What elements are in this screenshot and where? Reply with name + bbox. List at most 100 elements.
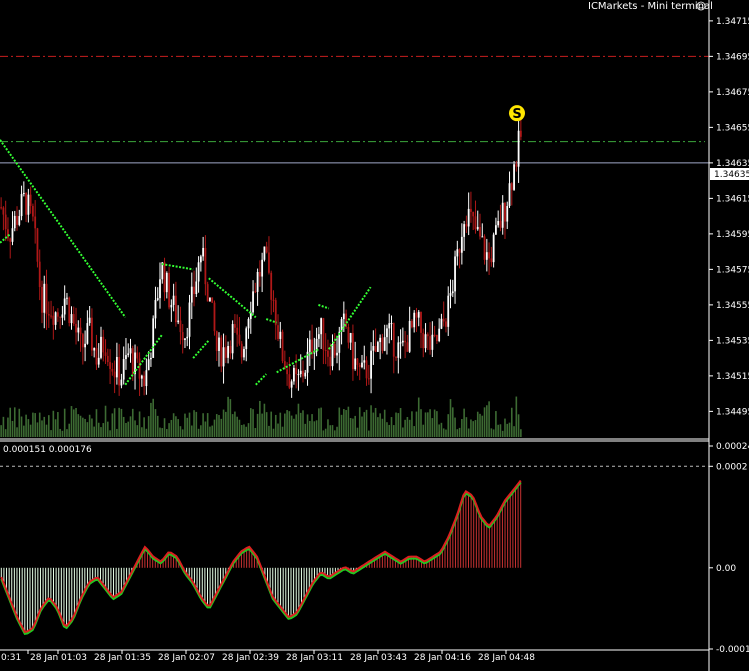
volume-bar	[449, 399, 452, 437]
candle-body	[476, 226, 479, 230]
candle-body	[140, 375, 143, 379]
candle-body	[456, 249, 459, 257]
volume-bar	[100, 427, 102, 437]
candle-body	[297, 374, 300, 376]
candle-body	[7, 229, 9, 239]
candle-body	[331, 344, 334, 367]
candle-body	[204, 247, 207, 285]
volume-bar	[152, 398, 154, 437]
volume-bar	[354, 415, 356, 437]
volume-bar	[122, 416, 125, 437]
volume-bar	[2, 416, 5, 437]
candle-body	[109, 362, 111, 369]
volume-bar	[368, 430, 370, 437]
volume-bar	[88, 414, 91, 437]
candle-body	[231, 324, 234, 354]
candle-body	[317, 334, 320, 339]
volume-bar	[113, 408, 116, 437]
volume-bar	[200, 425, 202, 437]
candle-body	[156, 298, 159, 301]
candle-body	[38, 261, 41, 287]
candle-body	[131, 348, 134, 375]
candle-body	[75, 323, 77, 333]
volume-bar	[281, 426, 284, 437]
time-tick-label: 0:31	[1, 653, 21, 663]
candle-body	[229, 346, 232, 354]
volume-bar	[476, 411, 479, 437]
volume-bar	[311, 414, 313, 437]
volume-bar	[374, 407, 377, 437]
candle-body	[365, 360, 368, 379]
volume-bar	[107, 421, 109, 437]
candle-body	[320, 318, 323, 335]
candle-body	[218, 337, 220, 351]
candle-body	[32, 205, 34, 217]
candle-body	[379, 337, 382, 343]
volume-bar	[240, 424, 243, 437]
candle-body	[490, 258, 493, 263]
volume-bar	[70, 406, 73, 437]
volume-bar	[0, 425, 2, 437]
candle-body	[374, 346, 377, 352]
candle-body	[299, 370, 302, 375]
volume-bar	[343, 409, 345, 437]
volume-bar	[411, 411, 413, 437]
volume-bar	[515, 396, 518, 437]
volume-bar	[274, 414, 277, 437]
candle-body	[411, 320, 413, 328]
candle-body	[370, 350, 372, 379]
volume-bar	[188, 412, 191, 437]
volume-bar	[445, 429, 447, 437]
volume-bar	[249, 408, 252, 437]
candle-body	[499, 221, 502, 228]
candle-body	[472, 211, 475, 217]
volume-bar	[352, 418, 354, 437]
candle-body	[4, 214, 7, 230]
volume-bar	[520, 429, 522, 437]
candle-body	[372, 346, 375, 351]
candle-body	[243, 349, 245, 358]
volume-bar	[245, 426, 248, 437]
volume-bar	[256, 413, 259, 437]
volume-bar	[356, 427, 359, 437]
volume-bar	[247, 423, 250, 437]
candle-body	[193, 286, 195, 295]
volume-bar	[454, 417, 456, 437]
volume-bar	[227, 396, 229, 437]
volume-bar	[345, 410, 347, 437]
candle-body	[143, 375, 146, 387]
candle-body	[211, 297, 214, 303]
candle-body	[451, 291, 454, 294]
candle-body	[465, 224, 468, 227]
candle-body	[184, 338, 186, 341]
price-tick-label: 1.34615	[716, 194, 749, 204]
candle-body	[220, 337, 223, 367]
candle-body	[270, 272, 273, 300]
volume-bar	[447, 414, 450, 437]
volume-bar	[268, 425, 270, 437]
candle-body	[25, 192, 27, 215]
volume-bar	[390, 417, 393, 437]
candle-body	[258, 271, 261, 277]
volume-bar	[41, 420, 43, 437]
candle-body	[495, 225, 497, 235]
candle-body	[186, 336, 189, 339]
candle-body	[247, 318, 250, 329]
volume-bar	[143, 417, 145, 437]
candle-body	[395, 356, 397, 358]
candle-body	[358, 364, 361, 368]
price-tick-label: 1.34655	[716, 123, 749, 133]
volume-bar	[377, 417, 379, 437]
volume-bar	[331, 425, 334, 437]
candle-body	[63, 298, 66, 315]
volume-bar	[413, 426, 415, 437]
volume-bar	[383, 409, 386, 437]
candle-body	[138, 358, 141, 379]
volume-bar	[293, 418, 295, 437]
candle-body	[134, 352, 136, 375]
candle-body	[277, 325, 279, 339]
time-tick-label: 28 Jan 03:43	[350, 653, 407, 663]
volume-bar	[82, 417, 84, 437]
candle-body	[515, 164, 518, 167]
candle-body	[81, 334, 84, 348]
